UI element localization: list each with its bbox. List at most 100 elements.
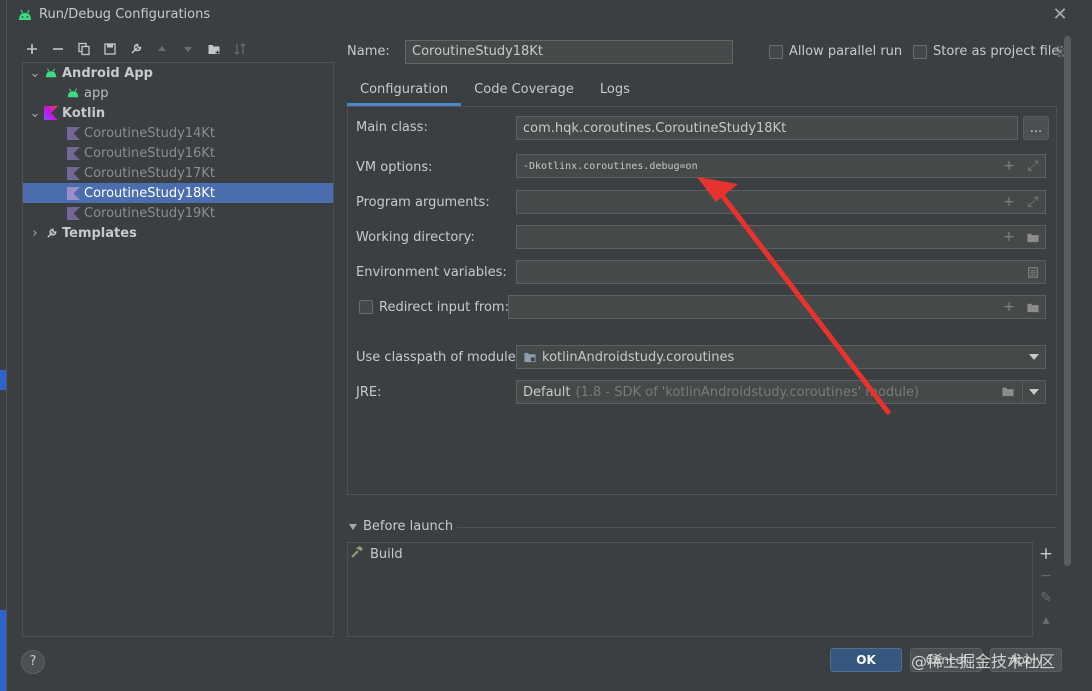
expand-icon[interactable]: ⤢	[1025, 194, 1041, 210]
tree-item-label: CoroutineStudy18Kt	[84, 185, 215, 201]
hammer-icon	[350, 545, 364, 563]
before-launch-separator	[457, 527, 1057, 528]
working-directory-label: Working directory:	[356, 230, 475, 245]
before-launch-label: Before launch	[363, 519, 454, 534]
tree-item-label: CoroutineStudy17Kt	[84, 165, 215, 181]
jre-detail: (1.8 - SDK of 'kotlinAndroidstudy.corout…	[575, 384, 920, 400]
main-class-value: com.hqk.coroutines.CoroutineStudy18Kt	[523, 120, 787, 136]
tree-item-coroutinestudy17kt[interactable]: CoroutineStudy17Kt	[23, 163, 333, 183]
title-bar: Run/Debug Configurations ✕	[7, 0, 1092, 30]
configurations-tree: ⌄ Android App app ⌄ Kotlin CoroutineStud…	[22, 62, 334, 637]
program-arguments-field[interactable]: + ⤢	[516, 190, 1046, 214]
chevron-right-icon[interactable]: ›	[27, 225, 43, 241]
configuration-panel: Main class: com.hqk.coroutines.Coroutine…	[347, 106, 1057, 495]
environment-variables-label: Environment variables:	[356, 265, 507, 280]
list-icon[interactable]	[1025, 264, 1041, 280]
plus-icon[interactable]: +	[1001, 158, 1017, 174]
working-directory-field[interactable]: +	[516, 225, 1046, 249]
help-button[interactable]: ?	[21, 650, 45, 674]
expand-icon[interactable]: ⤢	[1025, 158, 1041, 174]
tree-item-label: CoroutineStudy16Kt	[84, 145, 215, 161]
ok-button[interactable]: OK	[830, 648, 902, 672]
tree-group-label: Templates	[62, 225, 137, 241]
close-icon[interactable]: ✕	[1051, 6, 1069, 24]
new-folder-icon[interactable]	[203, 38, 225, 60]
wrench-icon	[43, 225, 59, 241]
jre-value: Default	[523, 384, 571, 400]
plus-icon[interactable]: +	[1001, 194, 1017, 210]
folder-icon[interactable]	[1025, 229, 1041, 245]
remove-icon[interactable]	[47, 38, 69, 60]
jre-field[interactable]: Default (1.8 - SDK of 'kotlinAndroidstud…	[516, 380, 1046, 404]
tab-configuration[interactable]: Configuration	[347, 76, 462, 106]
chevron-down-icon[interactable]	[349, 523, 357, 530]
save-icon[interactable]	[99, 38, 121, 60]
tree-item-coroutinestudy14kt[interactable]: CoroutineStudy14Kt	[23, 123, 333, 143]
browse-main-class-button[interactable]: ...	[1023, 116, 1049, 140]
edit-icon[interactable]: ✎	[1038, 590, 1054, 606]
module-folder-icon	[523, 351, 537, 364]
kotlin-file-icon	[65, 185, 81, 201]
store-as-project-file-checkbox[interactable]	[913, 45, 927, 59]
sort-icon[interactable]	[229, 38, 251, 60]
before-launch-list	[347, 542, 1033, 637]
before-launch-header[interactable]: Before launch	[349, 519, 453, 534]
store-as-project-file-label[interactable]: Store as project file	[933, 44, 1059, 59]
chevron-down-icon[interactable]: ⌄	[27, 65, 43, 81]
main-class-field[interactable]: com.hqk.coroutines.CoroutineStudy18Kt	[516, 116, 1018, 140]
name-input[interactable]: CoroutineStudy18Kt	[405, 40, 733, 64]
allow-parallel-run-label[interactable]: Allow parallel run	[789, 44, 902, 59]
plus-icon[interactable]: +	[1001, 229, 1017, 245]
folder-icon[interactable]	[1001, 385, 1015, 402]
kotlin-file-icon	[65, 125, 81, 141]
move-down-icon[interactable]	[177, 38, 199, 60]
move-up-icon[interactable]	[151, 38, 173, 60]
configurations-toolbar	[21, 38, 251, 60]
tree-item-label: app	[84, 85, 109, 101]
vertical-scrollbar[interactable]	[1064, 36, 1071, 566]
kotlin-file-icon	[65, 165, 81, 181]
android-icon	[17, 8, 33, 22]
window-title: Run/Debug Configurations	[39, 7, 211, 22]
allow-parallel-run-checkbox[interactable]	[769, 45, 783, 59]
kotlin-file-icon	[65, 145, 81, 161]
plus-icon[interactable]: +	[1001, 299, 1017, 315]
main-class-label: Main class:	[356, 120, 428, 135]
add-icon[interactable]: +	[1038, 544, 1054, 564]
classpath-module-label: Use classpath of module:	[356, 350, 521, 365]
vm-options-label: VM options:	[356, 160, 433, 175]
chevron-down-icon[interactable]	[1029, 389, 1039, 395]
tree-item-app[interactable]: app	[23, 83, 333, 103]
tree-item-coroutinestudy16kt[interactable]: CoroutineStudy16Kt	[23, 143, 333, 163]
name-label: Name:	[347, 44, 390, 59]
folder-icon[interactable]	[1025, 299, 1041, 315]
tree-group-templates[interactable]: › Templates	[23, 223, 333, 243]
tree-group-android-app[interactable]: ⌄ Android App	[23, 63, 333, 83]
tree-group-kotlin[interactable]: ⌄ Kotlin	[23, 103, 333, 123]
remove-icon[interactable]: −	[1038, 568, 1054, 584]
environment-variables-field[interactable]	[516, 260, 1046, 284]
chevron-down-icon[interactable]: ⌄	[27, 105, 43, 121]
move-up-icon[interactable]: ▴	[1038, 612, 1054, 628]
tree-group-label: Kotlin	[62, 105, 106, 121]
before-launch-item-label: Build	[370, 546, 403, 562]
android-icon	[43, 65, 59, 81]
tree-item-label: CoroutineStudy14Kt	[84, 125, 215, 141]
before-launch-toolbar: + − ✎ ▴	[1035, 542, 1057, 637]
redirect-input-checkbox[interactable]	[359, 300, 373, 314]
tab-code-coverage[interactable]: Code Coverage	[461, 76, 587, 106]
tree-item-label: CoroutineStudy19Kt	[84, 205, 215, 221]
tree-item-coroutinestudy19kt[interactable]: CoroutineStudy19Kt	[23, 203, 333, 223]
redirect-input-label[interactable]: Redirect input from:	[379, 300, 509, 315]
tree-item-coroutinestudy18kt[interactable]: CoroutineStudy18Kt	[23, 183, 333, 203]
add-icon[interactable]	[21, 38, 43, 60]
redirect-input-field[interactable]: +	[508, 295, 1046, 319]
classpath-module-dropdown[interactable]: kotlinAndroidstudy.coroutines	[516, 345, 1046, 369]
wrench-icon[interactable]	[125, 38, 147, 60]
vm-options-field[interactable]: -Dkotlinx.coroutines.debug=on + ⤢	[516, 154, 1046, 178]
watermark: @稀土掘金技术社区	[911, 652, 1056, 671]
kotlin-file-icon	[65, 205, 81, 221]
before-launch-item-build[interactable]: Build	[350, 545, 403, 563]
copy-icon[interactable]	[73, 38, 95, 60]
tab-logs[interactable]: Logs	[587, 76, 643, 106]
